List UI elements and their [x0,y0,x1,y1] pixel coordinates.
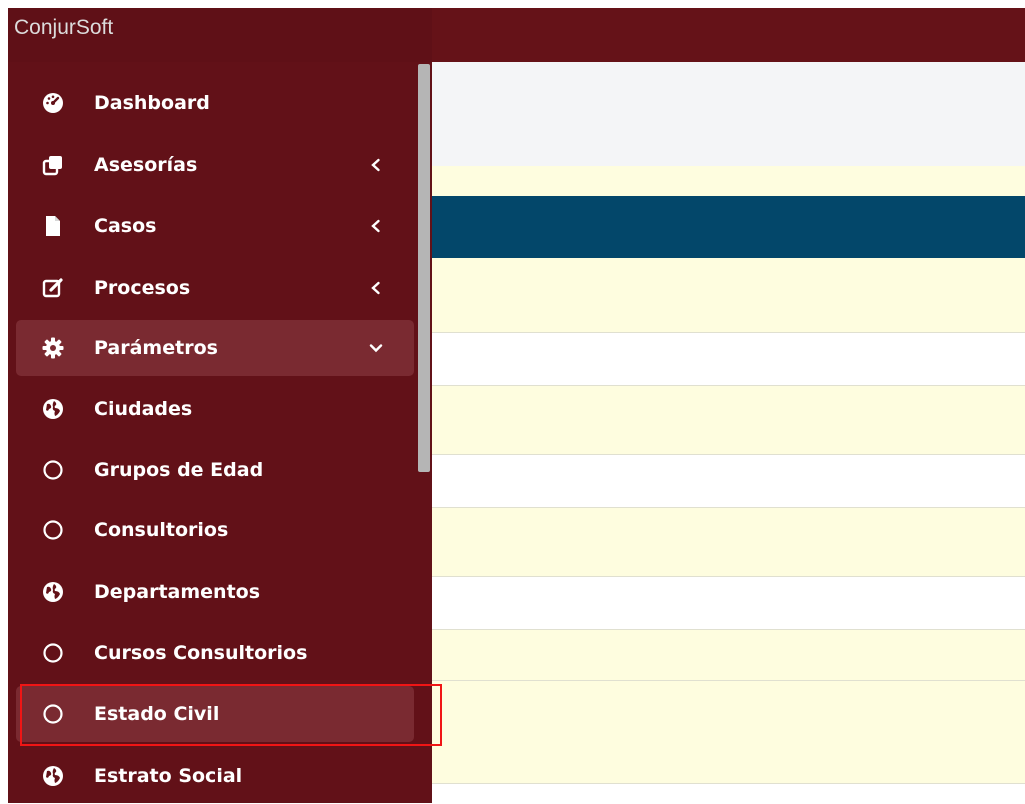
sidebar-item-label: Dashboard [94,92,210,114]
sidebar-item-label: Departamentos [94,581,261,603]
edit-icon [42,277,64,299]
sidebar-item-label: Procesos [94,277,191,299]
sidebar-item-estrato-social[interactable]: Estrato Social [16,748,414,804]
dashboard-icon [42,92,64,114]
table-row[interactable] [432,455,1025,508]
content-toolbar [432,62,1025,166]
circle-icon [42,459,64,481]
sidebar-item-label: Consultorios [94,519,229,541]
table-row[interactable] [432,577,1025,630]
top-margin [0,0,1025,8]
sidebar-item-label: Parámetros [94,337,218,359]
sidebar-item-label: Casos [94,215,157,237]
sidebar-item-dashboard[interactable]: Dashboard [16,75,414,131]
table-row[interactable] [432,333,1025,386]
content-banner [432,166,1025,196]
sidebar-item-label: Grupos de Edad [94,459,264,481]
circle-icon [42,519,64,541]
table-row[interactable] [432,386,1025,455]
file-icon [42,215,64,237]
table-header [432,196,1025,258]
table-row[interactable] [432,681,1025,784]
chevron-left-icon [368,157,384,173]
globe-icon [42,581,64,603]
table-row[interactable] [432,630,1025,681]
sidebar-scrollbar-thumb[interactable] [418,64,430,472]
circle-icon [42,642,64,664]
table-row[interactable] [432,508,1025,577]
sidebar-item-grupos-de-edad[interactable]: Grupos de Edad [16,442,414,498]
chevron-left-icon [368,280,384,296]
brand-area[interactable]: ConjurSoft [8,8,432,64]
gear-icon [42,337,64,359]
selection-highlight-box [20,684,442,746]
sidebar-item-casos[interactable]: Casos [16,198,414,254]
chevron-left-icon [368,218,384,234]
sidebar-item-asesorias[interactable]: Asesorías [16,137,414,193]
sidebar-item-consultorios[interactable]: Consultorios [16,502,414,558]
sidebar-item-cursos-consultorios[interactable]: Cursos Consultorios [16,625,414,681]
sidebar-item-departamentos[interactable]: Departamentos [16,564,414,620]
sidebar-item-label: Cursos Consultorios [94,642,308,664]
chevron-down-icon [368,340,384,356]
brand-name: ConjurSoft [14,16,114,39]
sidebar-item-ciudades[interactable]: Ciudades [16,381,414,437]
sidebar-item-label: Estrato Social [94,765,243,787]
globe-icon [42,398,64,420]
sidebar-item-procesos[interactable]: Procesos [16,260,414,316]
sidebar-item-label: Ciudades [94,398,193,420]
sidebar-item-label: Asesorías [94,154,198,176]
table-row[interactable] [432,258,1025,333]
top-navbar: ConjurSoft [8,8,1025,64]
main-content [432,62,1025,803]
table-row[interactable] [432,784,1025,803]
sidebar-item-parametros[interactable]: Parámetros [16,320,414,376]
copy-icon [42,154,64,176]
globe-icon [42,765,64,787]
